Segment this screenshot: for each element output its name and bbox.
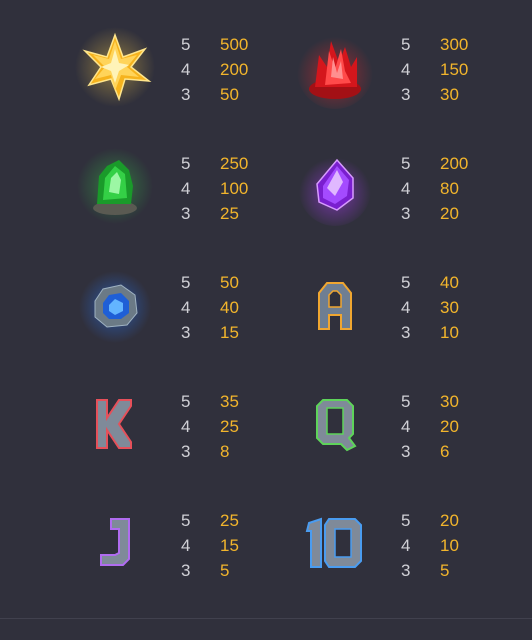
letter-k-icon <box>70 384 160 464</box>
count-label: 5 <box>181 154 191 173</box>
count-label: 5 <box>181 35 191 54</box>
count-label: 3 <box>181 442 191 461</box>
payout-value: 10 <box>440 323 459 342</box>
payout-value: 20 <box>440 204 459 223</box>
count-label: 5 <box>401 511 411 530</box>
payout-value: 300 <box>440 35 469 54</box>
number-10-icon <box>290 503 380 583</box>
count-label: 5 <box>181 273 191 292</box>
count-label: 4 <box>401 298 411 317</box>
count-label: 3 <box>181 85 191 104</box>
purple-gem-icon <box>290 146 380 226</box>
count-label: 3 <box>401 85 411 104</box>
paytable-entry-letter-a: 5 40 4 30 3 10 <box>220 253 486 372</box>
count-label: 5 <box>181 392 191 411</box>
yellow-crystal-icon <box>70 27 160 107</box>
paytable-entry-red-crystal: 5 300 4 150 3 30 <box>220 15 486 134</box>
count-label: 5 <box>181 511 191 530</box>
count-label: 4 <box>181 417 191 436</box>
payout-value: 30 <box>440 85 459 104</box>
count-label: 5 <box>401 392 411 411</box>
payout-value: 40 <box>440 273 459 292</box>
count-label: 4 <box>181 536 191 555</box>
paytable-entry-letter-q: 5 30 4 20 36 <box>220 372 486 491</box>
payout-value: 10 <box>440 536 459 555</box>
count-label: 4 <box>181 298 191 317</box>
count-label: 3 <box>401 561 411 580</box>
payout-value: 80 <box>440 179 459 198</box>
count-label: 4 <box>401 60 411 79</box>
count-label: 3 <box>401 442 411 461</box>
count-label: 3 <box>401 323 411 342</box>
payout-value: 20 <box>440 417 459 436</box>
count-label: 4 <box>181 179 191 198</box>
count-label: 4 <box>401 179 411 198</box>
count-label: 3 <box>181 323 191 342</box>
payout-value: 20 <box>440 511 459 530</box>
count-label: 3 <box>401 204 411 223</box>
red-crystal-icon <box>290 27 380 109</box>
count-label: 5 <box>401 273 411 292</box>
letter-q-icon <box>290 384 380 464</box>
count-label: 5 <box>401 35 411 54</box>
payout-value: 6 <box>440 442 450 461</box>
paytable-grid: 5 500 4 200 3 50 5 300 4150 3 30 5 250 4… <box>0 0 532 618</box>
paytable-entry-number-10: 5 20 4 10 3 5 <box>220 491 486 610</box>
payout-value: 5 <box>440 561 450 580</box>
paytable-entry-purple-gem: 5 200 4 80 3 20 <box>220 134 486 253</box>
count-label: 3 <box>181 204 191 223</box>
count-label: 4 <box>401 536 411 555</box>
green-crystal-icon <box>70 146 160 226</box>
payout-value: 150 <box>440 60 469 79</box>
count-label: 4 <box>181 60 191 79</box>
count-label: 3 <box>181 561 191 580</box>
letter-a-icon <box>290 265 380 345</box>
blue-geode-icon <box>70 265 160 345</box>
letter-j-icon <box>70 503 160 583</box>
bottom-divider <box>0 618 532 619</box>
payout-value: 200 <box>440 154 469 173</box>
payout-value: 30 <box>440 298 459 317</box>
payout-value: 30 <box>440 392 459 411</box>
count-label: 5 <box>401 154 411 173</box>
count-label: 4 <box>401 417 411 436</box>
